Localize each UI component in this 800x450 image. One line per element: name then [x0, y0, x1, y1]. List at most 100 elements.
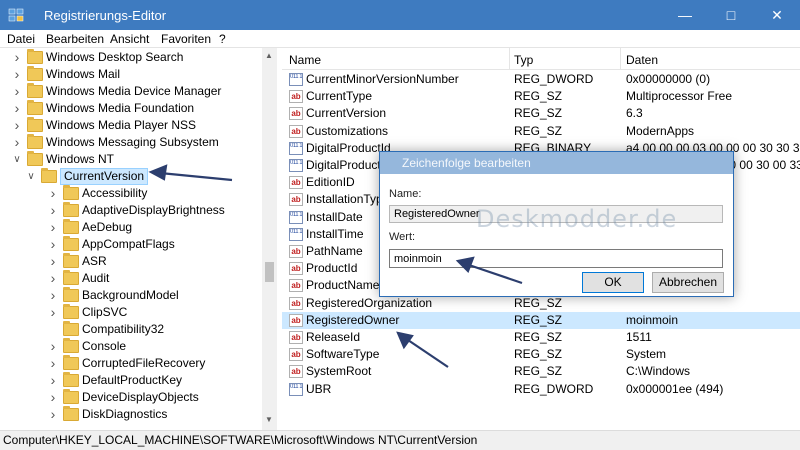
menu-help[interactable]: ?: [219, 32, 226, 46]
table-row[interactable]: 011 110CurrentMinorVersionNumber REG_DWOR…: [282, 71, 800, 88]
chevron-right-icon[interactable]: ›: [48, 287, 58, 304]
cell-type: REG_SZ: [514, 312, 563, 327]
cell-type: REG_SZ: [514, 364, 563, 379]
tree-item[interactable]: › Windows Desktop Search: [0, 49, 262, 66]
chevron-right-icon[interactable]: ›: [12, 49, 22, 66]
tree-item-label: AdaptiveDisplayBrightness: [82, 203, 225, 217]
cancel-button[interactable]: Abbrechen: [652, 272, 724, 293]
tree-item[interactable]: › Windows Media Foundation: [0, 100, 262, 117]
string-value-icon: ab: [289, 296, 303, 310]
table-row[interactable]: 011 110UBR REG_DWORD 0x000001ee (494): [282, 381, 800, 398]
binary-value-icon: 011 110: [289, 159, 303, 172]
table-row[interactable]: ab CurrentVersion REG_SZ 6.3: [282, 105, 800, 122]
column-name[interactable]: Name: [289, 53, 321, 67]
table-row[interactable]: ab SoftwareType REG_SZ System: [282, 346, 800, 363]
folder-icon: [63, 355, 79, 370]
table-row[interactable]: ab SystemRoot REG_SZ C:\Windows: [282, 363, 800, 380]
maximize-button[interactable]: □: [708, 0, 754, 30]
tree-scrollbar[interactable]: ▲ ▼: [262, 48, 277, 430]
menu-datei[interactable]: Datei: [7, 32, 35, 46]
menu-bar: Datei Bearbeiten Ansicht Favoriten ?: [0, 30, 800, 48]
value-label: Wert:: [389, 231, 416, 243]
folder-icon: [63, 219, 79, 234]
chevron-right-icon[interactable]: ›: [12, 100, 22, 117]
cell-name: SystemRoot: [306, 364, 372, 379]
string-value-icon: ab: [289, 279, 303, 293]
chevron-right-icon[interactable]: ›: [48, 202, 58, 219]
table-row[interactable]: ab RegisteredOrganization REG_SZ: [282, 295, 800, 312]
minimize-button[interactable]: —: [662, 0, 708, 30]
menu-bearbeiten[interactable]: Bearbeiten: [46, 32, 104, 46]
tree-item-label: Audit: [82, 271, 110, 285]
cell-name: InstallDate: [306, 209, 363, 224]
chevron-right-icon[interactable]: ›: [48, 236, 58, 253]
close-button[interactable]: ✕: [754, 0, 800, 30]
tree-item[interactable]: › ClipSVC: [0, 304, 262, 321]
column-type[interactable]: Typ: [514, 53, 533, 67]
chevron-right-icon[interactable]: ›: [48, 389, 58, 406]
menu-ansicht[interactable]: Ansicht: [110, 32, 149, 46]
ok-button[interactable]: OK: [582, 272, 644, 293]
chevron-right-icon[interactable]: ›: [48, 253, 58, 270]
table-row[interactable]: ab CurrentType REG_SZ Multiprocessor Free: [282, 88, 800, 105]
folder-icon: [63, 304, 79, 319]
chevron-right-icon[interactable]: ›: [48, 270, 58, 287]
chevron-right-icon[interactable]: ›: [48, 185, 58, 202]
chevron-right-icon[interactable]: ›: [48, 304, 58, 321]
chevron-right-icon[interactable]: ›: [48, 372, 58, 389]
tree-item[interactable]: ∨ Windows NT: [0, 151, 262, 168]
scroll-up-icon[interactable]: ▲: [265, 51, 273, 60]
chevron-right-icon[interactable]: ›: [12, 134, 22, 151]
tree-item[interactable]: Compatibility32: [0, 321, 262, 338]
chevron-right-icon[interactable]: ›: [48, 219, 58, 236]
tree-item[interactable]: ∨ CurrentVersion: [0, 168, 262, 185]
tree-item[interactable]: › AdaptiveDisplayBrightness: [0, 202, 262, 219]
string-value-icon: ab: [289, 262, 303, 276]
folder-icon: [63, 338, 79, 353]
chevron-down-icon[interactable]: ∨: [26, 168, 36, 185]
cell-data: Multiprocessor Free: [626, 89, 733, 104]
menu-favoriten[interactable]: Favoriten: [161, 32, 211, 46]
chevron-right-icon[interactable]: ›: [12, 83, 22, 100]
tree-item[interactable]: › Windows Mail: [0, 66, 262, 83]
tree-item[interactable]: › Windows Media Device Manager: [0, 83, 262, 100]
column-divider[interactable]: [509, 48, 510, 70]
chevron-right-icon[interactable]: ›: [12, 66, 22, 83]
tree-item-label: Windows Mail: [46, 67, 121, 81]
tree-item[interactable]: › AeDebug: [0, 219, 262, 236]
registry-key-tree[interactable]: › Windows Desktop Search › Windows Mail › Win…: [0, 48, 277, 430]
table-row[interactable]: ab RegisteredOwner REG_SZ moinmoin: [282, 311, 800, 329]
table-row[interactable]: ab ReleaseId REG_SZ 1511: [282, 329, 800, 346]
tree-item[interactable]: › ASR: [0, 253, 262, 270]
tree-item[interactable]: › Windows Media Player NSS: [0, 117, 262, 134]
column-divider[interactable]: [620, 48, 621, 70]
tree-item[interactable]: › DeviceDisplayObjects: [0, 389, 262, 406]
chevron-right-icon[interactable]: ›: [12, 117, 22, 134]
chevron-right-icon[interactable]: ›: [48, 338, 58, 355]
cell-name: DigitalProductId: [306, 140, 391, 155]
string-value-icon: ab: [289, 90, 303, 104]
value-data-input[interactable]: [389, 249, 723, 268]
scrollbar-thumb[interactable]: [265, 262, 274, 282]
tree-item[interactable]: › DefaultProductKey: [0, 372, 262, 389]
cell-type: REG_DWORD: [514, 72, 594, 86]
string-value-icon: ab: [289, 365, 303, 379]
tree-item[interactable]: › Windows Messaging Subsystem: [0, 134, 262, 151]
tree-item[interactable]: › CorruptedFileRecovery: [0, 355, 262, 372]
tree-item[interactable]: › Audit: [0, 270, 262, 287]
scroll-down-icon[interactable]: ▼: [265, 415, 273, 424]
binary-value-icon: 011 110: [289, 382, 303, 396]
tree-item[interactable]: › Accessibility: [0, 185, 262, 202]
folder-icon: [63, 185, 79, 200]
tree-item[interactable]: › AppCompatFlags: [0, 236, 262, 253]
chevron-down-icon[interactable]: ∨: [12, 151, 22, 168]
chevron-right-icon[interactable]: ›: [48, 355, 58, 372]
table-row[interactable]: ab Customizations REG_SZ ModernApps: [282, 123, 800, 140]
tree-item[interactable]: › BackgroundModel: [0, 287, 262, 304]
tree-item[interactable]: › DiskDiagnostics: [0, 406, 262, 423]
chevron-right-icon[interactable]: ›: [48, 406, 58, 423]
cell-data: C:\Windows: [626, 364, 691, 379]
tree-item[interactable]: › Console: [0, 338, 262, 355]
column-data[interactable]: Daten: [626, 53, 658, 67]
cell-name: UBR: [306, 381, 332, 396]
